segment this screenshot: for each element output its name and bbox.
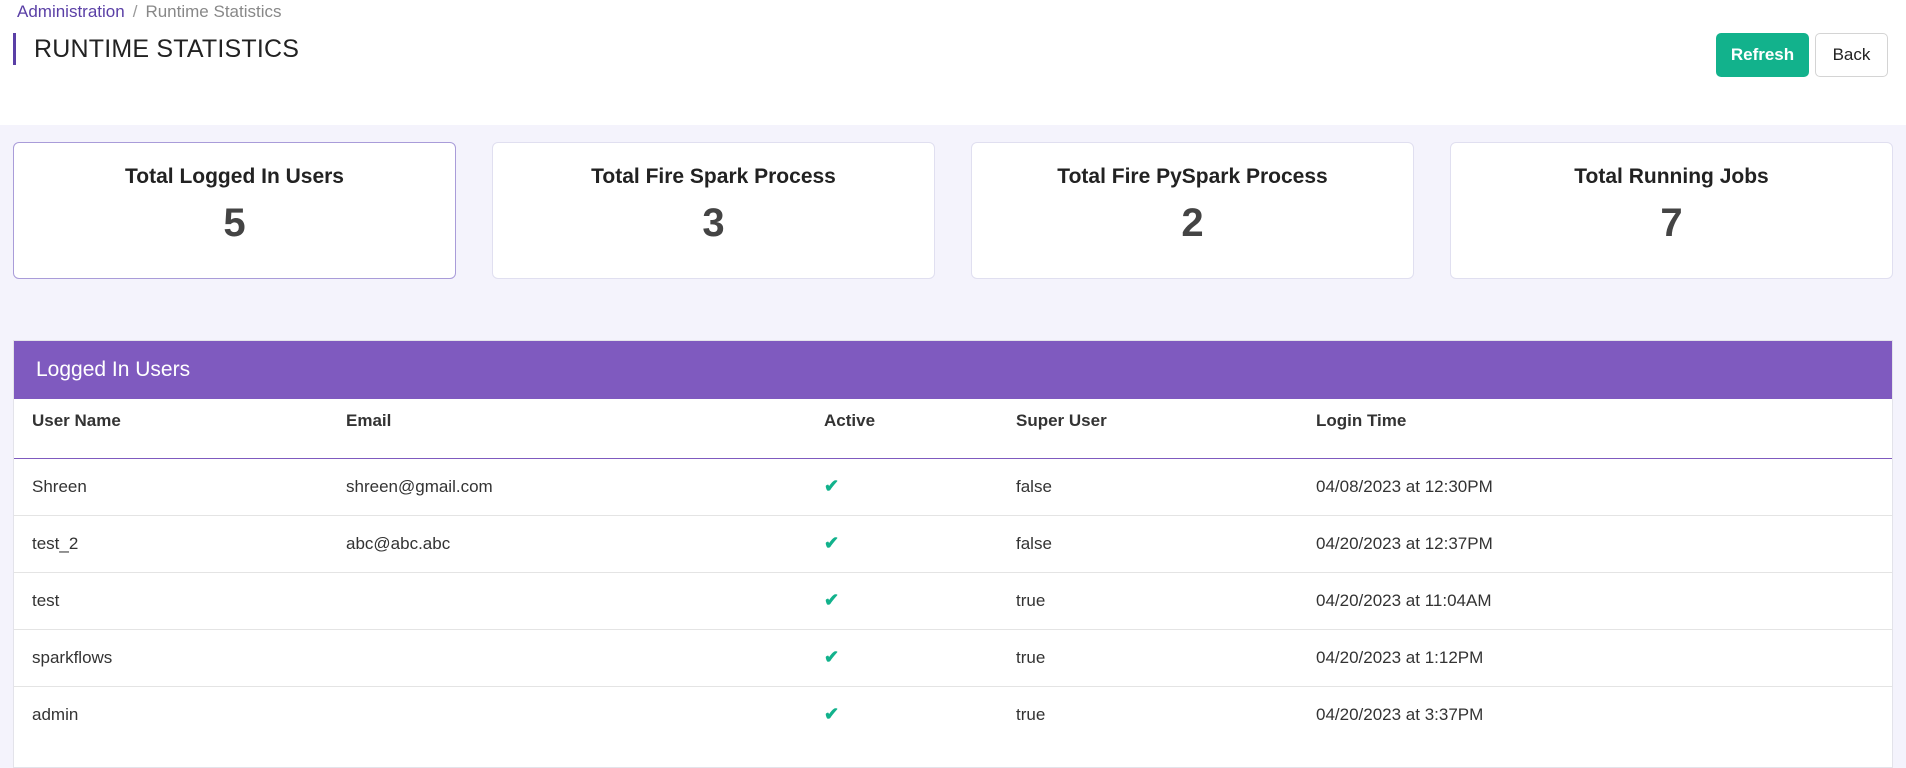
- stat-card-value: 7: [1660, 201, 1683, 245]
- cell-super-user: true: [1016, 572, 1316, 630]
- cell-super-user: true: [1016, 629, 1316, 687]
- cell-super-user: false: [1016, 515, 1316, 573]
- column-header-active[interactable]: Active: [824, 399, 1016, 459]
- back-button[interactable]: Back: [1815, 33, 1888, 77]
- cell-login-time: 04/20/2023 at 3:37PM: [1316, 704, 1484, 724]
- cell-active: ✔: [824, 458, 1016, 516]
- cell-active: ✔: [824, 515, 1016, 573]
- cell-user-name: sparkflows: [14, 629, 346, 687]
- cell-login-time: 04/20/2023 at 1:12PM: [1316, 629, 1892, 687]
- cell-login-time: 04/20/2023 at 12:37PM: [1316, 515, 1892, 573]
- cell-email: [346, 686, 824, 743]
- breadcrumb-separator: /: [132, 2, 138, 21]
- cell-email: [346, 572, 824, 630]
- column-header-super-user[interactable]: Super User: [1016, 399, 1316, 459]
- cell-user-name: test: [14, 572, 346, 630]
- check-icon: ✔: [824, 590, 840, 610]
- refresh-button[interactable]: Refresh: [1716, 33, 1809, 77]
- cell-email: shreen@gmail.com: [346, 458, 824, 516]
- table-row[interactable]: test ✔ true 04/20/2023 at 11:04AM: [14, 572, 1892, 630]
- breadcrumb-administration-link[interactable]: Administration: [17, 2, 125, 21]
- stat-card-label: Total Fire PySpark Process: [1057, 165, 1328, 188]
- cell-active: ✔: [824, 572, 1016, 630]
- stat-card-fire-pyspark-process[interactable]: Total Fire PySpark Process 2: [971, 142, 1414, 279]
- cell-active: ✔: [824, 686, 1016, 743]
- stat-card-running-jobs[interactable]: Total Running Jobs 7: [1450, 142, 1893, 279]
- panel-title: Logged In Users: [14, 341, 1892, 399]
- stat-card-value: 2: [1181, 201, 1204, 245]
- table-row[interactable]: test_2 abc@abc.abc ✔ false 04/20/2023 at…: [14, 515, 1892, 573]
- cell-email: abc@abc.abc: [346, 515, 824, 573]
- cell-super-user: false: [1016, 458, 1316, 516]
- logged-in-users-panel: Logged In Users User Name Email Active S…: [13, 340, 1893, 768]
- stat-card-value: 5: [223, 201, 246, 245]
- breadcrumb: Administration / Runtime Statistics: [17, 2, 282, 22]
- cell-email: [346, 629, 824, 687]
- stat-card-label: Total Fire Spark Process: [591, 165, 836, 188]
- column-header-user-name[interactable]: User Name: [14, 399, 346, 459]
- table-row[interactable]: Shreen shreen@gmail.com ✔ false 04/08/20…: [14, 458, 1892, 516]
- cell-super-user: true: [1016, 704, 1046, 724]
- cell-active: ✔: [824, 629, 1016, 687]
- page-title: RUNTIME STATISTICS: [13, 33, 299, 65]
- table-row[interactable]: admin ✔ true 04/20/2023 at 3:37PM: [14, 686, 1892, 743]
- column-header-email[interactable]: Email: [346, 399, 824, 459]
- stat-card-value: 3: [702, 201, 725, 245]
- breadcrumb-current: Runtime Statistics: [145, 2, 282, 21]
- cell-user-name: test_2: [14, 515, 346, 573]
- logged-in-users-table: User Name Email Active Super User Login …: [14, 399, 1892, 743]
- check-icon: ✔: [824, 476, 840, 496]
- table-header-row: User Name Email Active Super User Login …: [14, 399, 1892, 459]
- stat-card-label: Total Running Jobs: [1574, 165, 1769, 188]
- cell-user-name: admin: [32, 704, 79, 724]
- stat-card-logged-in-users[interactable]: Total Logged In Users 5: [13, 142, 456, 279]
- stat-card-label: Total Logged In Users: [125, 165, 344, 188]
- cell-login-time: 04/20/2023 at 11:04AM: [1316, 572, 1892, 630]
- check-icon: ✔: [824, 533, 840, 553]
- cell-login-time: 04/08/2023 at 12:30PM: [1316, 458, 1892, 516]
- check-icon: ✔: [824, 704, 840, 725]
- stats-cards: Total Logged In Users 5 Total Fire Spark…: [13, 142, 1893, 279]
- cell-user-name: Shreen: [14, 458, 346, 516]
- page-header: Administration / Runtime Statistics RUNTIM…: [0, 0, 1906, 125]
- table-row[interactable]: sparkflows ✔ true 04/20/2023 at 1:12PM: [14, 629, 1892, 687]
- column-header-login-time[interactable]: Login Time: [1316, 399, 1892, 459]
- stat-card-fire-spark-process[interactable]: Total Fire Spark Process 3: [492, 142, 935, 279]
- main-content: Total Logged In Users 5 Total Fire Spark…: [0, 125, 1906, 768]
- header-actions: Refresh Back: [1716, 33, 1888, 77]
- check-icon: ✔: [824, 647, 840, 667]
